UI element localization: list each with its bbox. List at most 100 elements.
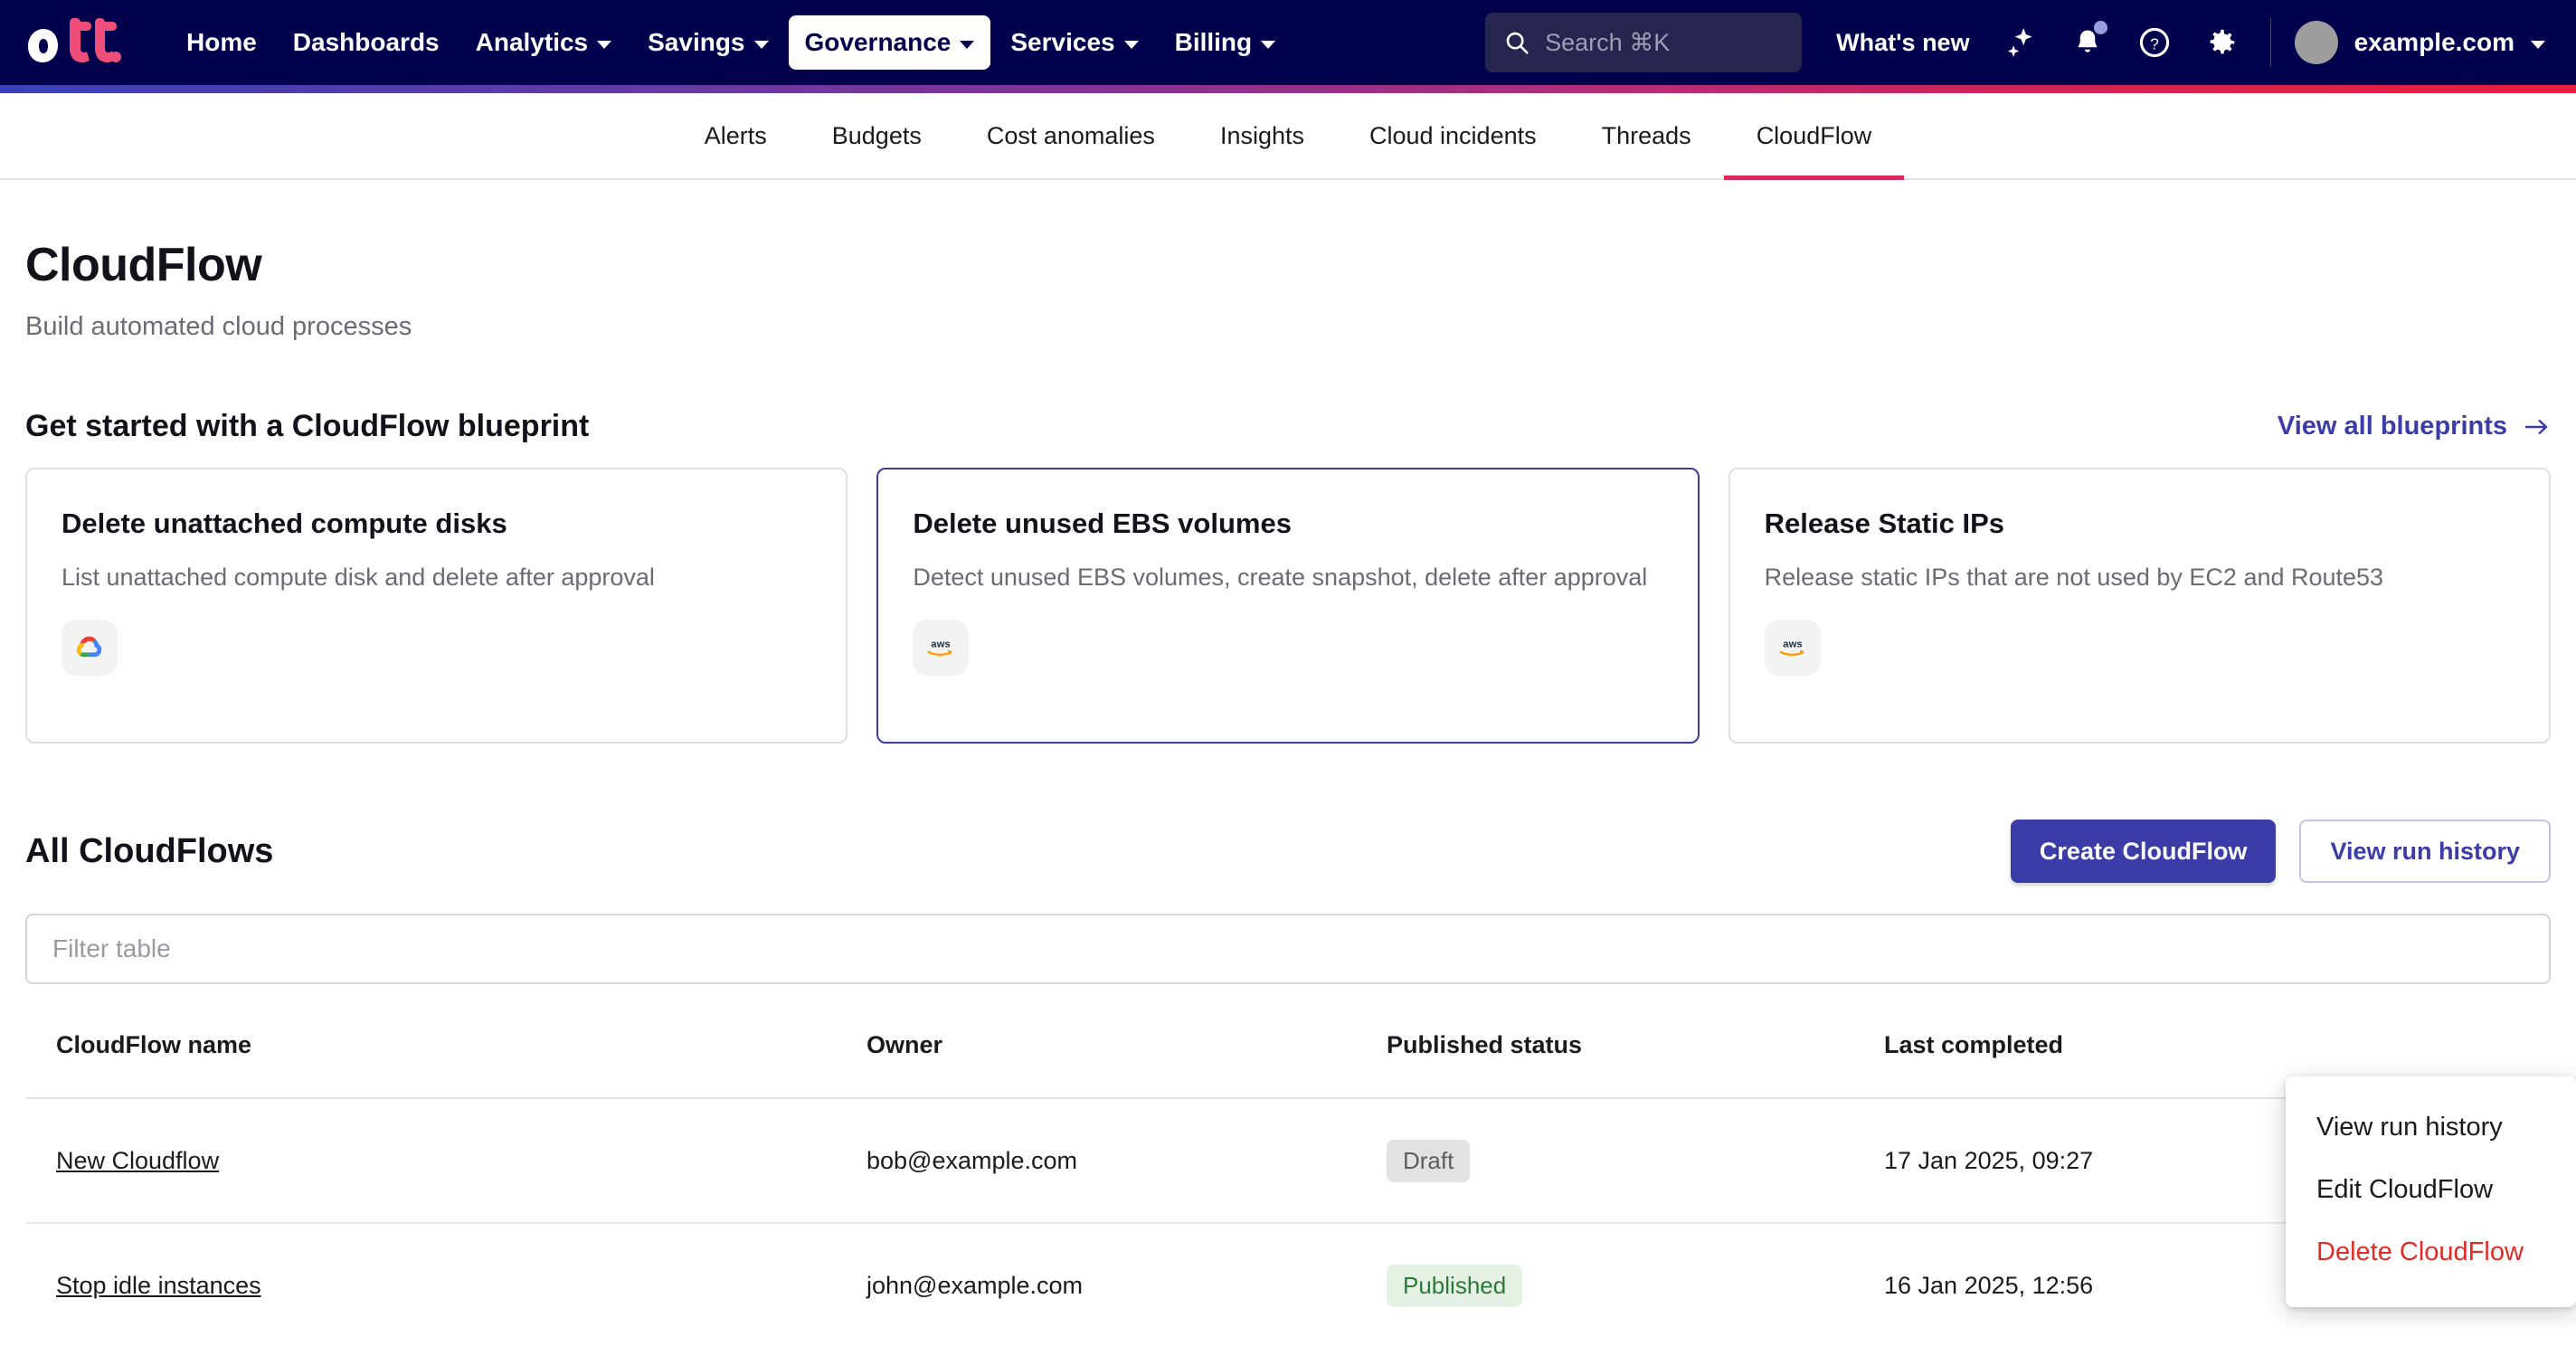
tab-cloud-incidents-label: Cloud incidents [1369,121,1537,149]
tab-insights[interactable]: Insights [1188,93,1337,178]
nav-item-home-label: Home [186,28,257,56]
tab-threads-label: Threads [1601,121,1691,149]
table-row[interactable]: New Cloudflow bob@example.com Draft 17 J… [25,1098,2551,1224]
blueprints-heading: Get started with a CloudFlow blueprint [25,409,590,443]
nav-icon-group: ? [1995,17,2247,68]
tab-cost-anomalies-label: Cost anomalies [986,121,1155,149]
notification-dot [2093,21,2107,34]
sparkle-icon[interactable] [1995,17,2046,68]
create-cloudflow-button[interactable]: Create CloudFlow [2010,820,2277,883]
view-run-history-button[interactable]: View run history [2299,820,2551,883]
chevron-down-icon [753,40,769,49]
page-title: CloudFlow [25,239,262,291]
nav-item-services-label: Services [1010,28,1115,56]
account-name: example.com [2353,28,2514,56]
cell-cloudflow-name: New Cloudflow [25,1098,867,1224]
help-icon[interactable]: ? [2129,17,2180,68]
svg-text:?: ? [2150,34,2159,52]
avatar [2294,21,2338,64]
cell-published-status: Draft [1387,1098,1884,1224]
blueprint-card-list: Delete unattached compute disks List una… [25,468,2551,744]
all-cloudflows-header: All CloudFlows Create CloudFlow View run… [25,820,2551,883]
blueprint-card-title: Delete unused EBS volumes [913,507,1292,539]
cell-last-completed: 17 Jan 2025, 09:27 [1884,1098,2318,1224]
tab-alerts[interactable]: Alerts [672,93,800,178]
blueprint-card-description: Detect unused EBS volumes, create snapsh… [913,564,1648,591]
svg-text:aws: aws [1783,640,1802,650]
nav-item-savings[interactable]: Savings [631,15,784,70]
section-tab-bar: Alerts Budgets Cost anomalies Insights C… [0,93,2576,180]
nav-item-analytics-label: Analytics [475,28,589,56]
status-badge: Published [1387,1264,1523,1307]
nav-item-governance[interactable]: Governance [788,15,991,70]
chevron-down-icon [1123,40,1139,49]
cell-published-status: Published [1387,1223,1884,1346]
tab-insights-label: Insights [1219,121,1304,149]
view-all-blueprints-link[interactable]: View all blueprints [2278,412,2551,441]
context-menu-item-edit-cloudflow[interactable]: Edit CloudFlow [2286,1159,2576,1221]
row-context-menu: View run history Edit CloudFlow Delete C… [2286,1076,2576,1307]
aws-icon: aws [1764,620,1821,677]
gear-icon[interactable] [2196,17,2247,68]
tab-budgets[interactable]: Budgets [800,93,954,178]
cloudflow-name-link[interactable]: New Cloudflow [56,1147,219,1174]
tab-alerts-label: Alerts [704,121,767,149]
search-icon [1506,32,1529,54]
blueprint-card-release-static-ips[interactable]: Release Static IPs Release static IPs th… [1728,468,2551,744]
chevron-down-icon [960,40,975,49]
search-input[interactable]: Search ⌘K [1485,13,1803,72]
blueprint-card-title: Delete unattached compute disks [62,507,507,539]
arrow-right-icon [2525,419,2548,434]
aws-icon: aws [913,620,970,677]
table-header-row: CloudFlow name Owner Published status La… [25,990,2551,1099]
blueprints-section-header: Get started with a CloudFlow blueprint V… [25,409,2551,444]
tab-cost-anomalies[interactable]: Cost anomalies [954,93,1188,178]
cloudflow-name-link[interactable]: Stop idle instances [56,1272,261,1299]
context-menu-item-delete-cloudflow[interactable]: Delete CloudFlow [2286,1221,2576,1284]
status-badge: Draft [1387,1139,1471,1182]
cell-last-completed: 16 Jan 2025, 12:56 [1884,1223,2318,1346]
nav-right-cluster: Search ⌘K What's new ? example.com [1485,13,2545,72]
tab-cloudflow[interactable]: CloudFlow [1723,93,1905,180]
nav-item-billing-label: Billing [1174,28,1253,56]
tab-budgets-label: Budgets [831,121,922,149]
account-menu[interactable]: example.com [2294,21,2545,64]
column-header-cloudflow-name[interactable]: CloudFlow name [25,990,867,1099]
bell-icon[interactable] [2062,17,2113,68]
filter-table-input[interactable]: Filter table [25,914,2551,984]
doit-logo[interactable] [25,16,143,69]
whats-new-button[interactable]: What's new [1836,29,1969,57]
table-header: CloudFlow name Owner Published status La… [25,990,2551,1099]
column-header-last-completed[interactable]: Last completed [1884,990,2318,1099]
cloudflows-table: CloudFlow name Owner Published status La… [25,990,2551,1346]
nav-divider [2269,18,2271,67]
all-cloudflows-heading: All CloudFlows [25,831,274,870]
primary-nav-links: Home Dashboards Analytics Savings Govern… [170,15,1292,70]
nav-item-services[interactable]: Services [994,15,1154,70]
view-all-blueprints-label: View all blueprints [2277,412,2507,441]
page-subtitle: Build automated cloud processes [25,312,412,341]
gcp-icon [62,620,118,677]
blueprint-card-description: Release static IPs that are not used by … [1764,564,2384,591]
nav-item-dashboards[interactable]: Dashboards [277,15,456,70]
context-menu-item-view-run-history[interactable]: View run history [2286,1096,2576,1159]
tab-threads[interactable]: Threads [1569,93,1724,178]
chevron-down-icon [597,40,612,49]
table-body: New Cloudflow bob@example.com Draft 17 J… [25,1098,2551,1346]
chevron-down-icon [2531,40,2545,49]
chevron-down-icon [1261,40,1276,49]
table-row[interactable]: Stop idle instances john@example.com Pub… [25,1223,2551,1346]
cell-owner: john@example.com [867,1223,1387,1346]
tab-cloud-incidents[interactable]: Cloud incidents [1337,93,1569,178]
nav-item-analytics[interactable]: Analytics [459,15,629,70]
blueprint-card-delete-unattached-compute-disks[interactable]: Delete unattached compute disks List una… [25,468,848,744]
blueprint-card-delete-unused-ebs-volumes[interactable]: Delete unused EBS volumes Detect unused … [876,468,1700,744]
filter-table-placeholder: Filter table [52,934,171,962]
nav-item-savings-label: Savings [648,28,745,56]
cell-cloudflow-name: Stop idle instances [25,1223,867,1346]
column-header-published-status[interactable]: Published status [1387,990,1884,1099]
nav-item-home[interactable]: Home [170,15,273,70]
nav-item-billing[interactable]: Billing [1159,15,1293,70]
column-header-owner[interactable]: Owner [867,990,1387,1099]
top-navigation-bar: Home Dashboards Analytics Savings Govern… [0,0,2576,85]
